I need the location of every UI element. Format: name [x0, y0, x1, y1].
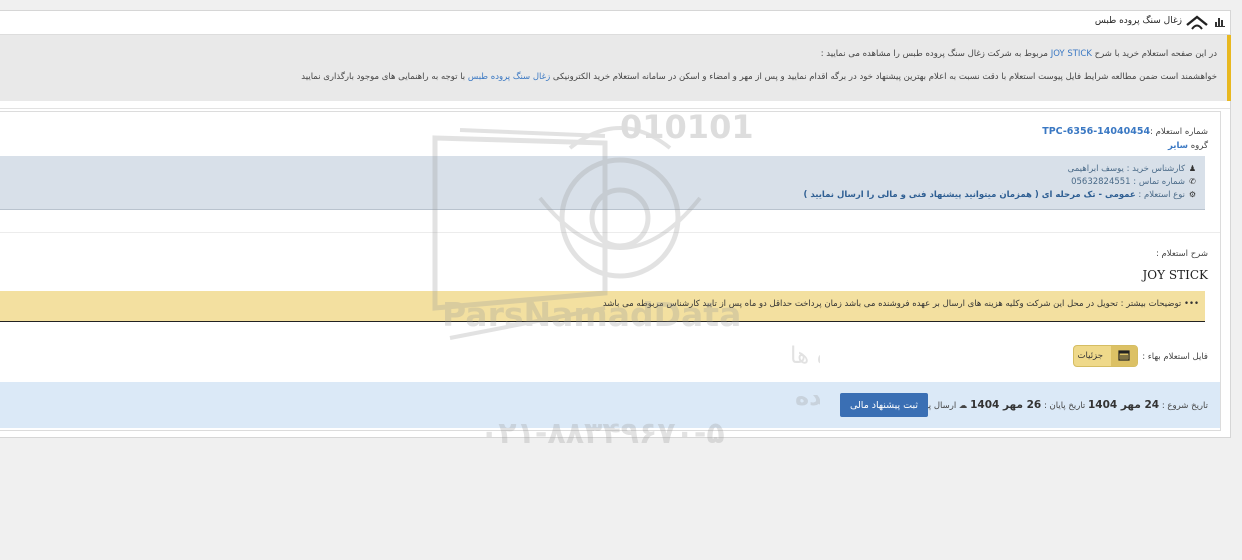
- type-row: ⚙نوع استعلام : عمومی - تک مرحله ای ( همز…: [804, 190, 1198, 200]
- details-button-label: جزئیات: [1077, 351, 1103, 361]
- note-box: ••• توضیحات بیشتر : تحویل در محل این شرک…: [0, 291, 1205, 322]
- contact-info: ♟کارشناس خرید : یوسف ابراهیمی ✆ شماره تما…: [0, 156, 1205, 210]
- user-icon: ♟: [1188, 164, 1197, 173]
- group-value: سایر: [1167, 141, 1188, 151]
- intro-text: با توجه به راهنمایی های موجود بارگذاری ن…: [301, 72, 468, 82]
- phone-value: 05632824551: [1071, 177, 1131, 187]
- page-title: زغال سنگ پروده طبس: [1094, 16, 1182, 26]
- main-frame: زغال سنگ پروده طبس در این صفحه استعلام خ…: [0, 10, 1231, 438]
- intro-text: خواهشمند است ضمن مطالعه شرایط فایل پیوست…: [550, 72, 1217, 82]
- phone-icon: ✆: [1189, 177, 1196, 186]
- intro-text: مربوط به شرکت زغال سنگ پروده طبس را مشاه…: [820, 49, 1051, 59]
- dates-row: تاریخ شروع : 24 مهر 1404 تاریخ پایان : 2…: [900, 399, 1208, 411]
- type-label: نوع استعلام :: [1138, 190, 1185, 200]
- chart-icon: [1215, 18, 1225, 27]
- gear-icon: ⚙: [1188, 190, 1197, 199]
- expert-text: کارشناس خرید : یوسف ابراهیمی: [1067, 164, 1185, 174]
- details-button[interactable]: جزئیات: [1073, 345, 1138, 367]
- inquiry-number-label: شماره استعلام :: [1150, 127, 1208, 137]
- group-label: گروه: [1190, 141, 1208, 151]
- expert-row: ♟کارشناس خرید : یوسف ابراهیمی: [1068, 164, 1197, 174]
- note-text: توضیحات بیشتر : تحویل در محل این شرکت وک…: [602, 299, 1182, 309]
- end-date-value: 26 مهر 1404: [970, 399, 1042, 411]
- intro-line-2: خواهشمند است ضمن مطالعه شرایط فایل پیوست…: [301, 72, 1217, 82]
- note-row: ••• توضیحات بیشتر : تحویل در محل این شرک…: [603, 299, 1199, 309]
- divider: [0, 108, 1230, 109]
- intro-box: در این صفحه استعلام خرید با شرح JOY STIC…: [0, 35, 1231, 101]
- logo-icon: [1186, 15, 1208, 30]
- file-label: فایل استعلام بهاء :: [1142, 352, 1208, 362]
- end-date-label: تاریخ پایان :: [1043, 401, 1086, 411]
- intro-text: در این صفحه استعلام خرید با شرح: [1091, 49, 1217, 59]
- inquiry-panel: شماره استعلام :TPC-6356-14040454 گروه سا…: [0, 111, 1221, 431]
- divider: [0, 232, 1220, 233]
- phone-row: ✆ شماره تماس : 05632824551: [1071, 177, 1197, 187]
- type-value: عمومی - تک مرحله ای ( همزمان میتوانید پی…: [803, 190, 1136, 200]
- start-date-value: 24 مهر 1404: [1087, 399, 1160, 411]
- intro-line-1: در این صفحه استعلام خرید با شرح JOY STIC…: [821, 49, 1217, 59]
- top-bar: زغال سنگ پروده طبس: [0, 11, 1230, 35]
- description-label: شرح استعلام :: [1155, 249, 1208, 259]
- inquiry-group: گروه سایر: [1168, 141, 1208, 151]
- start-date-label: تاریخ شروع :: [1161, 401, 1208, 411]
- description-value: JOY STICK: [1142, 268, 1209, 282]
- company-link[interactable]: زغال سنگ پروده طبس: [468, 72, 550, 82]
- inquiry-title-link[interactable]: JOY STICK: [1051, 49, 1092, 59]
- dates-bar: تاریخ شروع : 24 مهر 1404 تاریخ پایان : 2…: [0, 382, 1220, 428]
- submit-financial-offer-button[interactable]: ثبت پیشنهاد مالی: [840, 393, 928, 417]
- inquiry-number-value: TPC-6356-14040454: [1042, 126, 1151, 137]
- inquiry-number: شماره استعلام :TPC-6356-14040454: [1042, 126, 1208, 137]
- list-icon: [1111, 346, 1137, 366]
- phone-label: شماره تماس :: [1133, 177, 1185, 187]
- dots-icon: •••: [1183, 299, 1199, 309]
- cloud-upload-icon: ☁: [958, 401, 968, 411]
